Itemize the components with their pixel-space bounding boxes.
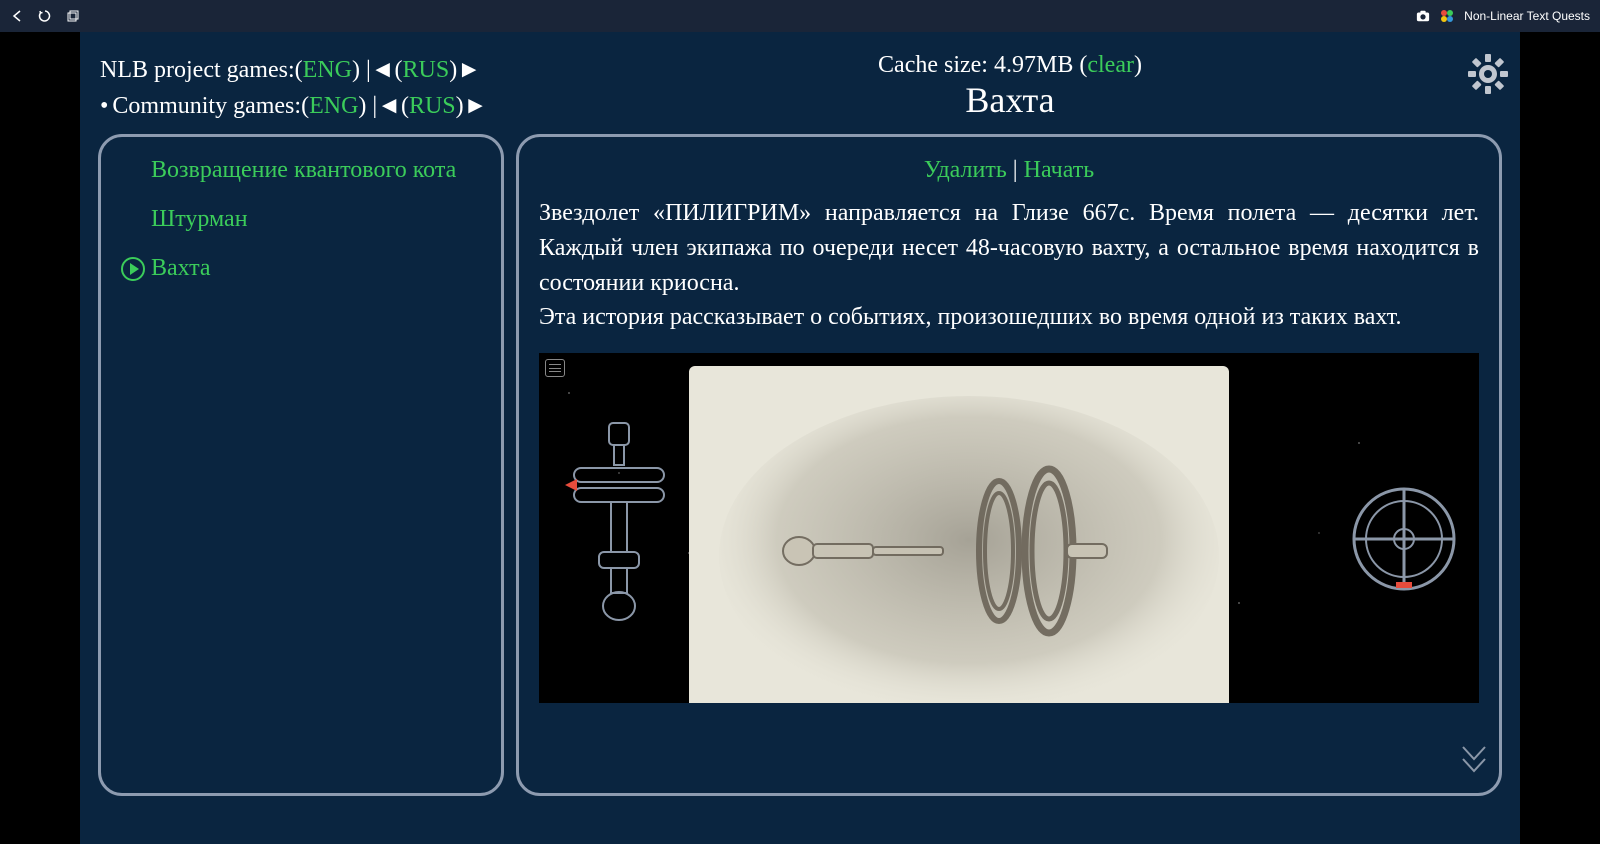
illustration [689, 366, 1229, 703]
nlb-label: NLB project games: [100, 52, 295, 88]
reload-icon[interactable] [38, 9, 52, 23]
nlb-eng-link[interactable]: ENG [303, 52, 352, 88]
game-list-item[interactable]: Возвращение квантового кота [121, 157, 481, 184]
community-label: Community games: [112, 88, 301, 124]
game-screenshot [539, 353, 1479, 703]
cache-info: Cache size: 4.97MB (clear) [520, 52, 1500, 79]
game-list-item[interactable]: Штурман [121, 206, 481, 233]
clear-cache-link[interactable]: clear [1087, 52, 1134, 78]
camera-icon[interactable] [1416, 9, 1430, 23]
header: NLB project games: (ENG) | ◄(RUS)► • Com… [80, 32, 1520, 134]
community-rus-link[interactable]: RUS [409, 88, 456, 124]
app-icon [1440, 9, 1454, 23]
gear-icon[interactable] [1466, 52, 1510, 96]
community-eng-link[interactable]: ENG [309, 88, 358, 124]
play-icon [121, 257, 145, 281]
game-list-panel: Возвращение квантового кота Штурман Вахт… [98, 134, 504, 796]
game-title: Вахта [520, 79, 1500, 121]
main-content: NLB project games: (ENG) | ◄(RUS)► • Com… [80, 32, 1520, 844]
app-name-label: Non-Linear Text Quests [1464, 9, 1590, 23]
compass-wheel-icon[interactable] [1349, 484, 1459, 594]
nlb-rus-link[interactable]: RUS [403, 52, 450, 88]
game-description: Звездолет «ПИЛИГРИМ» направляется на Гли… [539, 196, 1479, 335]
hamburger-icon[interactable] [545, 359, 565, 377]
delete-link[interactable]: Удалить [924, 157, 1007, 183]
game-list-item-active[interactable]: Вахта [121, 255, 481, 282]
game-detail-panel: Удалить | Начать Звездолет «ПИЛИГРИМ» на… [516, 134, 1502, 796]
ship-schematic-icon [559, 418, 679, 638]
start-link[interactable]: Начать [1024, 157, 1095, 183]
back-icon[interactable] [10, 9, 24, 23]
window-titlebar: Non-Linear Text Quests [0, 0, 1600, 32]
scroll-down-icon[interactable] [1459, 743, 1489, 783]
category-nav: NLB project games: (ENG) | ◄(RUS)► • Com… [100, 52, 520, 124]
window-icon[interactable] [66, 9, 80, 23]
